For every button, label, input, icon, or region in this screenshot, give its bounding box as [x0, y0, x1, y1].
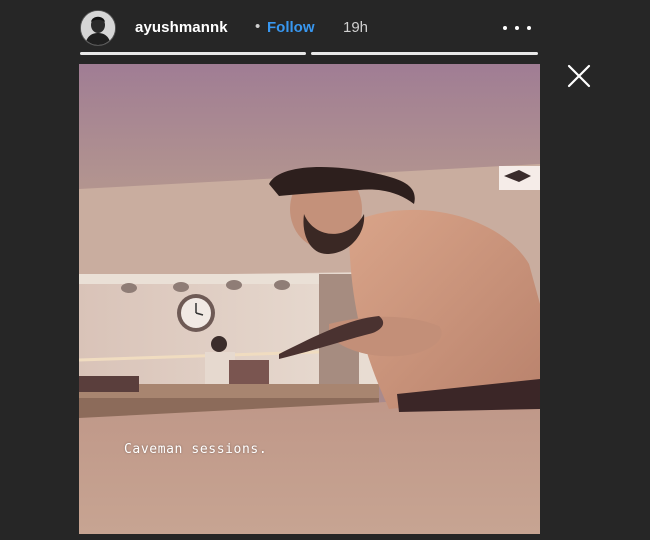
username[interactable]: ayushmannk: [135, 19, 228, 36]
more-options-icon[interactable]: [500, 16, 536, 38]
avatar[interactable]: [80, 10, 116, 46]
story-header: ayushmannk • Follow 19h: [0, 0, 650, 60]
story-image[interactable]: Caveman sessions.: [79, 64, 540, 534]
close-icon[interactable]: [564, 63, 594, 89]
story-caption: Caveman sessions.: [124, 442, 268, 457]
post-time: 19h: [343, 19, 369, 36]
separator-dot: •: [255, 18, 261, 35]
progress-segment-2: [311, 52, 538, 55]
progress-segment-1: [80, 52, 306, 55]
story-photo-illustration: [79, 64, 540, 534]
follow-button[interactable]: Follow: [267, 19, 315, 36]
